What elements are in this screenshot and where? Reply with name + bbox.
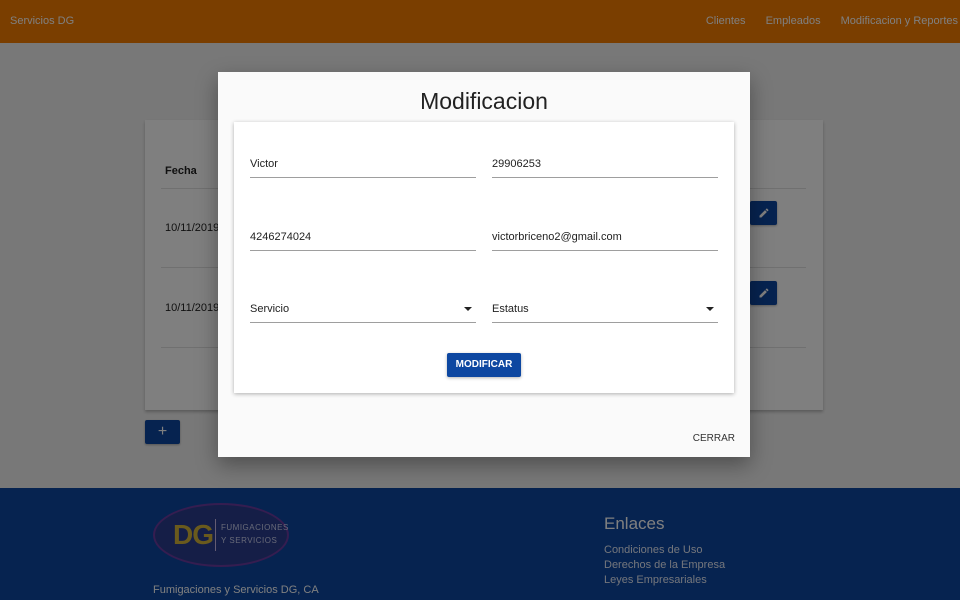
servicio-value: Servicio <box>250 303 290 315</box>
servicio-select[interactable]: Servicio <box>250 303 476 323</box>
modification-form: Victor 29906253 4246274024 victorbriceno… <box>234 122 734 393</box>
cedula-field[interactable]: 29906253 <box>492 158 718 178</box>
telefono-value: 4246274024 <box>250 231 312 243</box>
estatus-select[interactable]: Estatus <box>492 303 718 323</box>
nombre-value: Victor <box>250 158 278 170</box>
modification-modal: Modificacion Victor 29906253 4246274024 … <box>218 72 750 457</box>
caret-down-icon <box>464 307 472 311</box>
modal-title: Modificacion <box>420 88 548 114</box>
close-button[interactable]: CERRAR <box>693 433 735 444</box>
caret-down-icon <box>706 307 714 311</box>
cedula-value: 29906253 <box>492 158 541 170</box>
nombre-field[interactable]: Victor <box>250 158 476 178</box>
email-value: victorbriceno2@gmail.com <box>492 231 622 243</box>
email-field[interactable]: victorbriceno2@gmail.com <box>492 231 718 251</box>
estatus-value: Estatus <box>492 303 529 315</box>
telefono-field[interactable]: 4246274024 <box>250 231 476 251</box>
modificar-button[interactable]: MODIFICAR <box>447 353 521 377</box>
